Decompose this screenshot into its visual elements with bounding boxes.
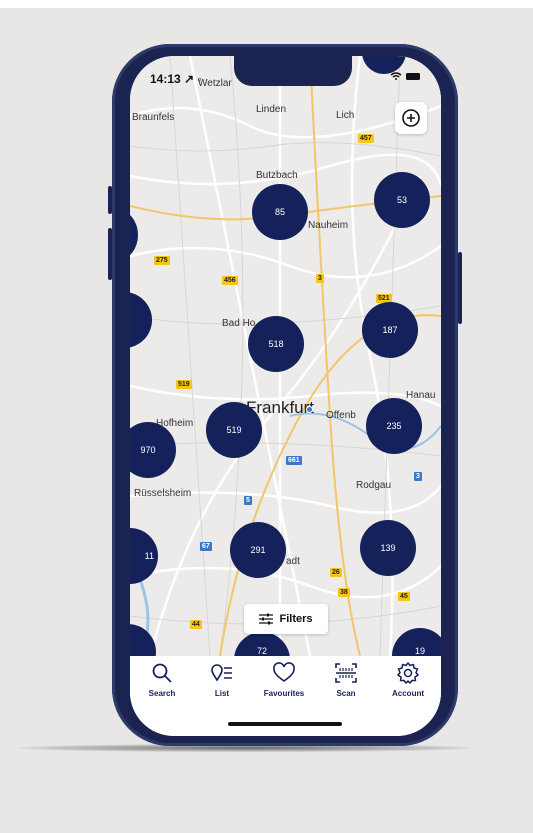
plus-circle-icon: [402, 109, 420, 127]
status-time: 14:13 ↗ ◦: [150, 72, 202, 86]
cluster-marker[interactable]: 235: [366, 398, 422, 454]
map-label-nauheim: Nauheim: [308, 220, 349, 231]
cluster-marker[interactable]: 53: [374, 172, 430, 228]
road-badge: 5: [244, 496, 252, 505]
tab-label: Scan: [336, 689, 356, 698]
cluster-marker[interactable]: 139: [360, 520, 416, 576]
tab-account[interactable]: Account: [378, 662, 438, 698]
zoom-in-button[interactable]: [395, 102, 427, 134]
road-badge: 519: [176, 380, 192, 389]
phone-power-button: [458, 252, 462, 324]
road-badge: 3: [414, 472, 422, 481]
road-badge: 26: [330, 568, 342, 577]
tab-label: Favourites: [263, 689, 305, 698]
tab-search[interactable]: Search: [132, 662, 192, 698]
road-badge: 44: [190, 620, 202, 629]
cluster-marker[interactable]: 519: [206, 402, 262, 458]
map-label-offenbach: Offenb: [326, 410, 356, 421]
road-badge: 456: [222, 276, 238, 285]
location-arrow-icon: ↗: [184, 72, 195, 86]
map-label-linden: Linden: [256, 104, 287, 115]
scan-icon: [335, 663, 357, 683]
filters-label: Filters: [279, 613, 313, 625]
tab-scan[interactable]: Scan: [316, 662, 376, 698]
phone-screen: 14:13 ↗ ◦ Wetzlar Braunfels Linden Lich …: [130, 56, 441, 736]
home-indicator[interactable]: [228, 722, 342, 726]
bottom-tab-bar: Search List Favourites Scan Account: [130, 656, 441, 736]
road-badge: 3: [316, 274, 324, 283]
search-icon: [152, 663, 172, 683]
wifi-battery-icon: [390, 72, 420, 80]
map-label-ruesselsheim: Rüsselsheim: [134, 488, 192, 499]
road-badge: 45: [398, 592, 410, 601]
filters-button[interactable]: Filters: [244, 604, 328, 634]
tab-label: Search: [148, 689, 176, 698]
map-label-rodgau: Rodgau: [356, 480, 392, 491]
tab-list[interactable]: List: [192, 662, 252, 698]
tab-label: Account: [392, 689, 424, 698]
cluster-marker[interactable]: 85: [252, 184, 308, 240]
cluster-marker[interactable]: 291: [230, 522, 286, 578]
map-label-braunfels: Braunfels: [132, 112, 175, 123]
heart-icon: [273, 662, 295, 682]
gear-icon: [397, 662, 419, 684]
notch: [234, 56, 352, 86]
map-label-lich: Lich: [336, 110, 355, 121]
cluster-marker[interactable]: 518: [248, 316, 304, 372]
road-badge: 38: [338, 588, 350, 597]
map-label-bad-homburg: Bad Ho: [222, 318, 256, 329]
sliders-icon: [259, 613, 274, 625]
road-badge: 457: [358, 134, 374, 143]
map-view[interactable]: Wetzlar Braunfels Linden Lich Butzbach N…: [130, 56, 441, 688]
map-label-butzbach: Butzbach: [256, 170, 298, 181]
tab-label: List: [214, 689, 230, 698]
road-badge: 275: [154, 256, 170, 265]
phone-volume-up-button: [108, 186, 112, 214]
status-icons: [389, 71, 423, 84]
road-badge: 661: [286, 456, 302, 465]
current-location-dot: [306, 406, 313, 413]
list-pin-icon: [211, 664, 232, 682]
road-badge: 67: [200, 542, 212, 551]
phone-volume-down-button: [108, 228, 112, 280]
cluster-marker[interactable]: 187: [362, 302, 418, 358]
tab-favourites[interactable]: Favourites: [254, 662, 314, 698]
map-label-darmstadt: adt: [286, 556, 300, 567]
map-label-hanau: Hanau: [406, 390, 436, 401]
